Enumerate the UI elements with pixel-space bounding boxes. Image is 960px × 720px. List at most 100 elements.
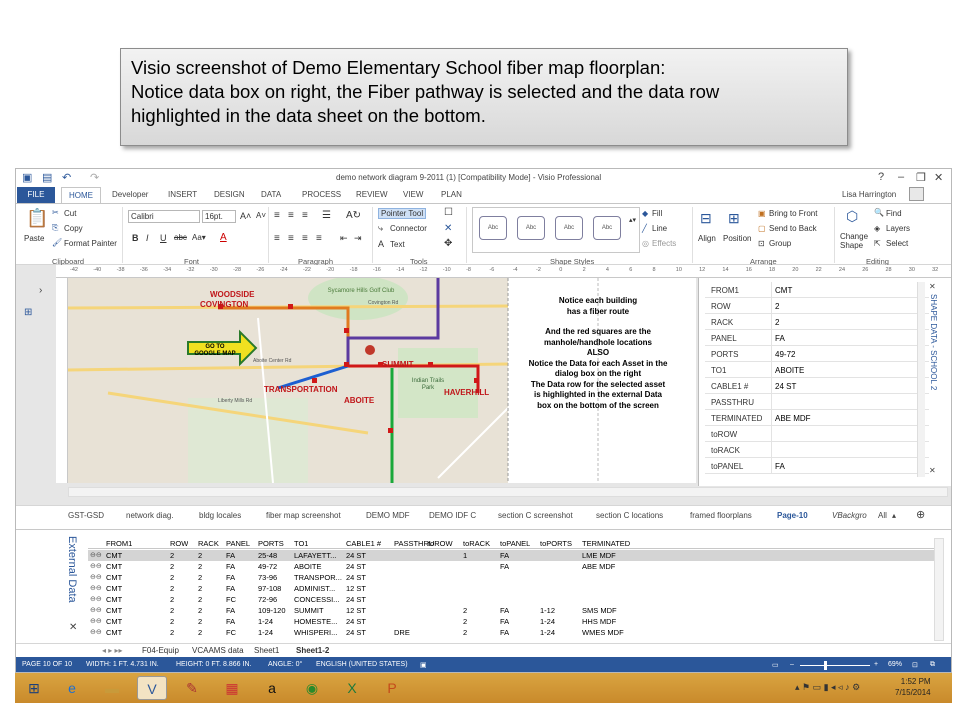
- table-cell[interactable]: 24 ST: [346, 617, 366, 626]
- amazon-icon[interactable]: a: [257, 676, 287, 700]
- tab-developer[interactable]: Developer: [112, 190, 148, 199]
- text-button[interactable]: Text: [390, 240, 405, 249]
- text-direction-icon[interactable]: A↻: [346, 210, 361, 221]
- column-header[interactable]: toPANEL: [500, 539, 530, 548]
- file-explorer-icon[interactable]: ▬: [97, 676, 127, 700]
- table-row[interactable]: ⊖⊖ CMT 2 2 FC 72-96 CONCESSI... 24 ST: [88, 594, 934, 605]
- table-row[interactable]: ⊖⊖ CMT 2 2 FA 109-120 SUMMIT 12 ST 2 FA 1-12 SMS MD…: [88, 605, 934, 616]
- add-page-icon[interactable]: ⊕: [916, 508, 925, 521]
- line-button[interactable]: Line: [652, 224, 667, 233]
- font-name-select[interactable]: Calibri: [128, 210, 200, 223]
- clock[interactable]: 1:52 PM 7/15/2014: [895, 676, 931, 698]
- tab-view[interactable]: VIEW: [403, 190, 423, 199]
- table-cell[interactable]: 2: [198, 551, 202, 560]
- vertical-scrollbar[interactable]: [934, 538, 944, 641]
- table-row[interactable]: ⊖⊖ CMT 2 2 FA 73-96 TRANSPOR... 24 ST: [88, 572, 934, 583]
- strikethrough-icon[interactable]: abc: [174, 233, 187, 242]
- group-button[interactable]: Group: [769, 239, 791, 248]
- paste-button[interactable]: Paste: [24, 234, 44, 243]
- zoom-slider[interactable]: [800, 665, 870, 666]
- tab-plan[interactable]: PLAN: [441, 190, 462, 199]
- change-case-icon[interactable]: Aa▾: [192, 233, 206, 242]
- sheet-tab[interactable]: F04-Equip: [142, 646, 179, 655]
- table-cell[interactable]: 109-120: [258, 606, 286, 615]
- align-left-icon[interactable]: ≡: [274, 233, 280, 244]
- page-tab[interactable]: DEMO IDF C: [429, 511, 476, 520]
- table-row[interactable]: ⊖⊖ CMT 2 2 FA 1-24 HOMESTE... 24 ST 2 FA 1-24 HHS M…: [88, 616, 934, 627]
- table-cell[interactable]: FA: [500, 606, 509, 615]
- expand-shapes-icon[interactable]: ›: [39, 285, 42, 296]
- align-top-icon[interactable]: ≡: [274, 210, 280, 221]
- zoom-in-icon[interactable]: +: [874, 661, 878, 668]
- table-cell[interactable]: HOMESTE...: [294, 617, 337, 626]
- shape-data-row[interactable]: toPANEL FA: [705, 458, 929, 474]
- shape-data-row[interactable]: toRACK: [705, 442, 929, 458]
- sheet-nav-icon[interactable]: ◂ ▸ ▸▸: [102, 646, 123, 655]
- page-tab[interactable]: DEMO MDF: [366, 511, 410, 520]
- close-icon[interactable]: ✕: [929, 466, 936, 475]
- shape-data-value[interactable]: 2: [775, 302, 779, 311]
- page-tab[interactable]: network diag.: [126, 511, 174, 520]
- column-header[interactable]: CABLE1 #: [346, 539, 381, 548]
- excel-icon[interactable]: X: [337, 676, 367, 700]
- table-cell[interactable]: FA: [226, 562, 235, 571]
- table-cell[interactable]: CONCESSI...: [294, 595, 339, 604]
- table-cell[interactable]: LME MDF: [582, 551, 616, 560]
- table-cell[interactable]: 24 ST: [346, 595, 366, 604]
- table-cell[interactable]: 2: [198, 584, 202, 593]
- table-cell[interactable]: 1-12: [540, 606, 555, 615]
- table-cell[interactable]: FA: [226, 617, 235, 626]
- align-middle-icon[interactable]: ≡: [288, 210, 294, 221]
- cut-button[interactable]: Cut: [64, 209, 76, 218]
- table-cell[interactable]: 49-72: [258, 562, 277, 571]
- table-cell[interactable]: 2: [198, 628, 202, 637]
- table-cell[interactable]: 2: [463, 606, 467, 615]
- chevron-up-icon[interactable]: ▴: [892, 511, 896, 520]
- fit-window-icon[interactable]: ⊡: [912, 661, 918, 669]
- table-cell[interactable]: 72-96: [258, 595, 277, 604]
- shape-data-row[interactable]: CABLE1 # 24 ST: [705, 378, 929, 394]
- send-to-back-button[interactable]: Send to Back: [769, 224, 817, 233]
- table-cell[interactable]: 2: [198, 606, 202, 615]
- redo-icon[interactable]: ↷: [90, 171, 99, 184]
- increase-indent-icon[interactable]: ⇥: [354, 233, 362, 244]
- connector-button[interactable]: Connector: [390, 224, 427, 233]
- restore-icon[interactable]: ❐: [916, 171, 926, 184]
- table-cell[interactable]: 1-24: [258, 617, 273, 626]
- table-cell[interactable]: LAFAYETT...: [294, 551, 336, 560]
- shape-data-panel[interactable]: FROM1 CMT ROW 2 RACK 2 PANEL FA PORTS 49-72 TO1 ABO…: [698, 278, 951, 486]
- rectangle-icon[interactable]: ☐: [444, 207, 453, 218]
- external-data-grid[interactable]: FROM1 ROW RACK PANEL PORTS TO1 CABLE1 # PASSTHR…: [88, 538, 934, 641]
- pointer-tool-button[interactable]: Pointer Tool: [378, 208, 427, 219]
- shape-data-value[interactable]: 2: [775, 318, 779, 327]
- tab-design[interactable]: DESIGN: [214, 190, 245, 199]
- table-cell[interactable]: 2: [463, 628, 467, 637]
- justify-icon[interactable]: ≡: [316, 233, 322, 244]
- tab-process[interactable]: PROCESS: [302, 190, 341, 199]
- bold-icon[interactable]: B: [132, 233, 139, 243]
- bullets-icon[interactable]: ☰: [322, 210, 331, 221]
- chrome-icon[interactable]: ◉: [297, 676, 327, 700]
- italic-icon[interactable]: I: [146, 233, 149, 243]
- table-cell[interactable]: TRANSPOR...: [294, 573, 342, 582]
- table-row[interactable]: ⊖⊖ CMT 2 2 FC 1-24 WHISPERI... 24 ST DRE 2 FA 1-24 W…: [88, 627, 934, 638]
- fill-button[interactable]: Fill: [652, 209, 662, 218]
- table-cell[interactable]: CMT: [106, 584, 122, 593]
- shape-style-option[interactable]: Abc: [555, 216, 583, 240]
- sheet-tab[interactable]: VCAAMS data: [192, 646, 244, 655]
- table-cell[interactable]: DRE: [394, 628, 410, 637]
- column-header[interactable]: FROM1: [106, 539, 132, 548]
- table-row[interactable]: ⊖⊖ CMT 2 2 FA 97-108 ADMINIST... 12 ST: [88, 583, 934, 594]
- macro-icon[interactable]: ▣: [420, 661, 427, 669]
- shape-data-row[interactable]: toROW: [705, 426, 929, 442]
- zoom-out-icon[interactable]: –: [790, 661, 794, 668]
- table-cell[interactable]: CMT: [106, 595, 122, 604]
- shrink-font-icon[interactable]: A˅: [256, 211, 266, 220]
- format-painter-button[interactable]: Format Painter: [64, 239, 117, 248]
- avatar[interactable]: [909, 187, 924, 201]
- all-pages-button[interactable]: All: [878, 511, 887, 520]
- align-bottom-icon[interactable]: ≡: [302, 210, 308, 221]
- shape-data-row[interactable]: TO1 ABOITE: [705, 362, 929, 378]
- table-cell[interactable]: 2: [198, 617, 202, 626]
- table-cell[interactable]: 97-108: [258, 584, 281, 593]
